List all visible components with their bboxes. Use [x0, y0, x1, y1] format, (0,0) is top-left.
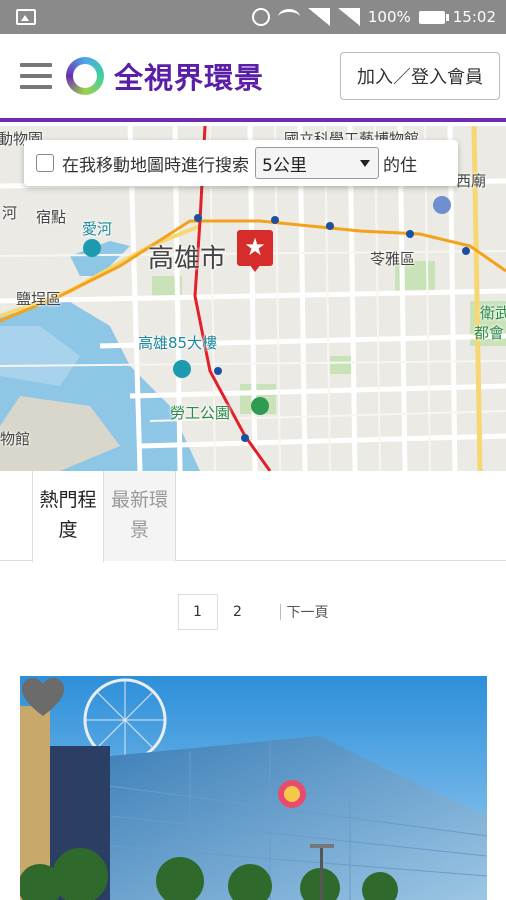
gallery-notification-icon: [16, 9, 36, 25]
signal-icon: [307, 8, 330, 26]
radius-select[interactable]: 5公里: [255, 147, 379, 179]
alarm-icon: [251, 8, 270, 26]
brand-logo-icon[interactable]: [66, 57, 104, 95]
clock: 15:02: [452, 8, 496, 26]
search-on-move-label: 在我移動地圖時進行搜索: [62, 155, 249, 176]
wifi-icon: [277, 9, 300, 25]
tab-popularity[interactable]: 熱門程度: [32, 471, 104, 562]
menu-icon[interactable]: [20, 63, 52, 89]
map-label-labor-park: 勞工公園: [170, 404, 231, 422]
listing-photo: [20, 676, 487, 900]
location-pin-icon[interactable]: ★: [237, 230, 273, 272]
radius-select-value: 5公里: [262, 155, 307, 176]
app-header: 全視界環景 加入／登入會員: [0, 34, 506, 122]
map-label-museum-left: 物館: [0, 430, 31, 448]
map-label-yancheng: 鹽埕區: [16, 290, 62, 308]
map-view[interactable]: 動物園 國立科學工藝博物館 西廟 河 宿點 愛河 高雄市 苓雅區 鹽埕區 衛武 …: [0, 126, 506, 471]
map-label-temple: 西廟: [456, 172, 487, 190]
favorite-heart-icon[interactable]: [20, 676, 66, 718]
map-label-city: 高雄市: [148, 244, 227, 274]
map-label-kaohsiung85: 高雄85大樓: [138, 334, 218, 352]
map-label-suku: 宿點: [36, 208, 67, 226]
status-bar: 100% 15:02: [0, 0, 506, 34]
sort-tabs: 熱門程度 最新環景: [0, 471, 506, 562]
next-page-link[interactable]: 下一頁: [279, 604, 329, 621]
listing-card[interactable]: [20, 676, 487, 900]
map-label-river-number: 河: [2, 204, 18, 222]
page-button-1[interactable]: 1: [177, 594, 218, 630]
signal-icon-2: [337, 8, 360, 26]
search-on-move-checkbox[interactable]: [36, 154, 54, 172]
tab-newest[interactable]: 最新環景: [104, 471, 176, 561]
brand-name[interactable]: 全視界環景: [114, 55, 264, 97]
pagination: 1 2 下一頁: [0, 594, 506, 630]
battery-percent: 100%: [367, 8, 411, 26]
login-register-button[interactable]: 加入／登入會員: [340, 52, 500, 100]
chevron-down-icon: [360, 160, 370, 167]
star-icon: ★: [244, 233, 266, 261]
map-label-love-river: 愛河: [82, 220, 113, 238]
map-search-bar: 在我移動地圖時進行搜索 5公里 的住: [24, 140, 458, 186]
map-label-weiwu: 衛武: [480, 304, 506, 322]
map-label-duhui: 都會: [474, 324, 505, 342]
search-suffix-text: 的住: [383, 155, 417, 176]
map-label-lingya: 苓雅區: [370, 250, 416, 268]
battery-icon: [418, 10, 449, 24]
status-bar-right: 100% 15:02: [251, 8, 496, 26]
page-button-2[interactable]: 2: [218, 594, 258, 630]
